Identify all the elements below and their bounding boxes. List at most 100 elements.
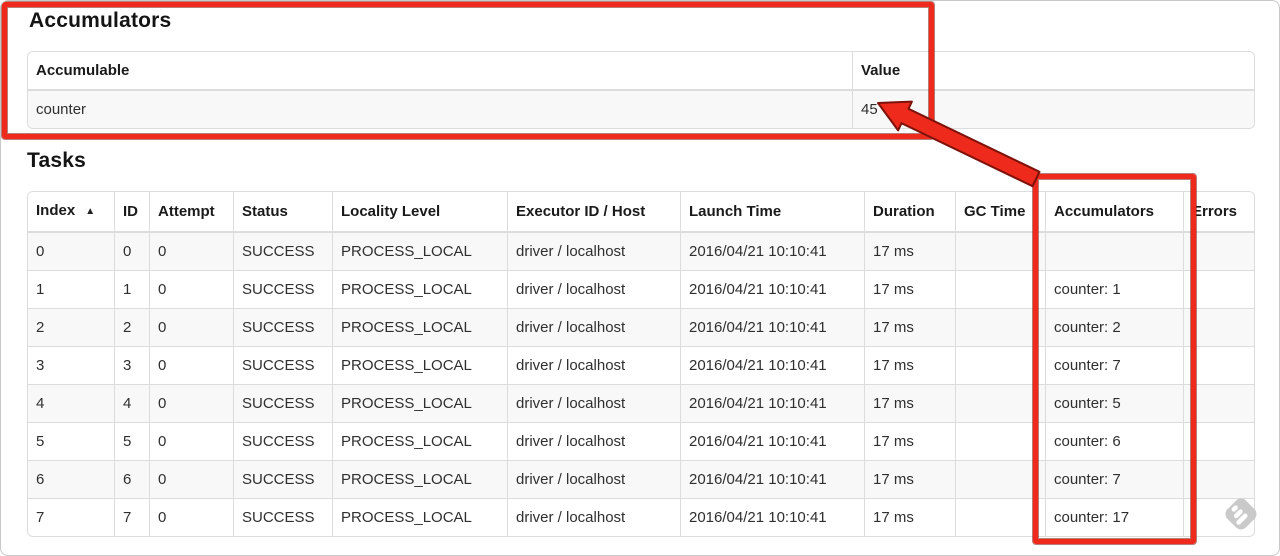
table-cell: 1 — [114, 270, 149, 308]
table-cell: 17 ms — [864, 460, 955, 498]
table-cell — [955, 498, 1045, 536]
table-cell: 7 — [114, 498, 149, 536]
table-cell: PROCESS_LOCAL — [332, 498, 507, 536]
table-cell: counter: 1 — [1045, 270, 1183, 308]
table-cell: 0 — [114, 233, 149, 270]
column-header-label: Accumulators — [1054, 203, 1155, 220]
spark-ui-stage-page: Accumulators Accumulable Value counter 45 T… — [0, 0, 1280, 556]
table-cell: PROCESS_LOCAL — [332, 384, 507, 422]
accumulators-table-container: Accumulable Value counter 45 — [27, 51, 1255, 129]
table-cell: 0 — [149, 384, 233, 422]
column-header-label: GC Time — [964, 203, 1026, 220]
table-cell: 0 — [149, 270, 233, 308]
column-header-launch-time[interactable]: Launch Time — [680, 192, 864, 233]
table-cell: 0 — [149, 422, 233, 460]
table-cell: counter: 6 — [1045, 422, 1183, 460]
column-header-executor-id-host[interactable]: Executor ID / Host — [507, 192, 680, 233]
table-cell: 17 ms — [864, 233, 955, 270]
table-cell: SUCCESS — [233, 498, 332, 536]
column-header-errors[interactable]: Errors — [1183, 192, 1254, 233]
table-cell: 0 — [149, 498, 233, 536]
column-header-gc-time[interactable]: GC Time — [955, 192, 1045, 233]
table-cell: counter: 7 — [1045, 460, 1183, 498]
column-header-label: Locality Level — [341, 203, 441, 220]
table-cell: 1 — [28, 270, 114, 308]
table-cell — [1183, 346, 1254, 384]
table-cell: driver / localhost — [507, 270, 680, 308]
table-cell: 0 — [28, 233, 114, 270]
table-row: 1 1 0 SUCCESS PROCESS_LOCAL driver / localhos… — [28, 270, 1254, 308]
sort-ascending-icon: ▲ — [85, 206, 96, 217]
table-row: 5 5 0 SUCCESS PROCESS_LOCAL driver / localhos… — [28, 422, 1254, 460]
table-row: 6 6 0 SUCCESS PROCESS_LOCAL driver / localhos… — [28, 460, 1254, 498]
table-cell: PROCESS_LOCAL — [332, 308, 507, 346]
table-cell: 3 — [28, 346, 114, 384]
table-cell: driver / localhost — [507, 422, 680, 460]
table-cell: counter: 17 — [1045, 498, 1183, 536]
accumulators-table: Accumulable Value counter 45 — [28, 52, 1254, 128]
table-row: 2 2 0 SUCCESS PROCESS_LOCAL driver / localhos… — [28, 308, 1254, 346]
table-cell: 4 — [114, 384, 149, 422]
table-cell: SUCCESS — [233, 308, 332, 346]
column-header-attempt[interactable]: Attempt — [149, 192, 233, 233]
table-cell: 17 ms — [864, 384, 955, 422]
table-row: 4 4 0 SUCCESS PROCESS_LOCAL driver / localhos… — [28, 384, 1254, 422]
column-header-label: Index — [36, 202, 76, 219]
table-cell: 17 ms — [864, 498, 955, 536]
table-cell: driver / localhost — [507, 308, 680, 346]
table-cell — [1045, 233, 1183, 270]
column-header-label: Value — [861, 62, 901, 79]
table-cell: 45 — [852, 91, 1254, 128]
table-cell: 17 ms — [864, 422, 955, 460]
accumulators-section-title: Accumulators — [29, 9, 172, 32]
table-cell — [955, 270, 1045, 308]
table-cell — [955, 308, 1045, 346]
feedly-watermark-icon — [1225, 498, 1257, 530]
table-cell: PROCESS_LOCAL — [332, 270, 507, 308]
table-cell: 2016/04/21 10:10:41 — [680, 460, 864, 498]
tasks-table-container: Index ▲ ID Attempt Status Locality Level Execu… — [27, 191, 1255, 537]
column-header-accumulable: Accumulable — [28, 52, 852, 91]
table-cell: 0 — [149, 233, 233, 270]
column-header-label: Duration — [873, 203, 935, 220]
column-header-label: Attempt — [158, 203, 215, 220]
table-cell: 2016/04/21 10:10:41 — [680, 384, 864, 422]
table-cell: 0 — [149, 308, 233, 346]
table-cell: 4 — [28, 384, 114, 422]
table-cell — [1183, 422, 1254, 460]
table-cell — [955, 384, 1045, 422]
table-cell: 17 ms — [864, 346, 955, 384]
column-header-duration[interactable]: Duration — [864, 192, 955, 233]
table-cell — [955, 460, 1045, 498]
table-cell: 2016/04/21 10:10:41 — [680, 498, 864, 536]
table-cell: counter: 5 — [1045, 384, 1183, 422]
table-cell: driver / localhost — [507, 460, 680, 498]
column-header-locality-level[interactable]: Locality Level — [332, 192, 507, 233]
column-header-accumulators[interactable]: Accumulators — [1045, 192, 1183, 233]
table-cell: SUCCESS — [233, 270, 332, 308]
table-cell: 7 — [28, 498, 114, 536]
table-cell: counter — [28, 91, 852, 128]
column-header-id[interactable]: ID — [114, 192, 149, 233]
column-header-label: Errors — [1192, 203, 1238, 220]
table-cell: SUCCESS — [233, 233, 332, 270]
table-cell — [1183, 233, 1254, 270]
table-cell: SUCCESS — [233, 384, 332, 422]
table-cell: 2 — [114, 308, 149, 346]
table-cell: 0 — [149, 460, 233, 498]
table-cell: 2 — [28, 308, 114, 346]
header-row: Index ▲ ID Attempt Status Locality Level Execu… — [28, 192, 1254, 233]
table-cell: PROCESS_LOCAL — [332, 422, 507, 460]
table-cell: counter: 7 — [1045, 346, 1183, 384]
table-cell — [1183, 270, 1254, 308]
header-row: Accumulable Value — [28, 52, 1254, 91]
column-header-status[interactable]: Status — [233, 192, 332, 233]
column-header-index[interactable]: Index ▲ — [28, 192, 114, 233]
table-cell: 2016/04/21 10:10:41 — [680, 233, 864, 270]
table-cell: 2016/04/21 10:10:41 — [680, 422, 864, 460]
tasks-table: Index ▲ ID Attempt Status Locality Level Execu… — [28, 192, 1254, 536]
tasks-section-title: Tasks — [27, 149, 86, 172]
column-header-value: Value — [852, 52, 1254, 91]
table-cell: PROCESS_LOCAL — [332, 233, 507, 270]
table-row: 0 0 0 SUCCESS PROCESS_LOCAL driver / localhos… — [28, 233, 1254, 270]
